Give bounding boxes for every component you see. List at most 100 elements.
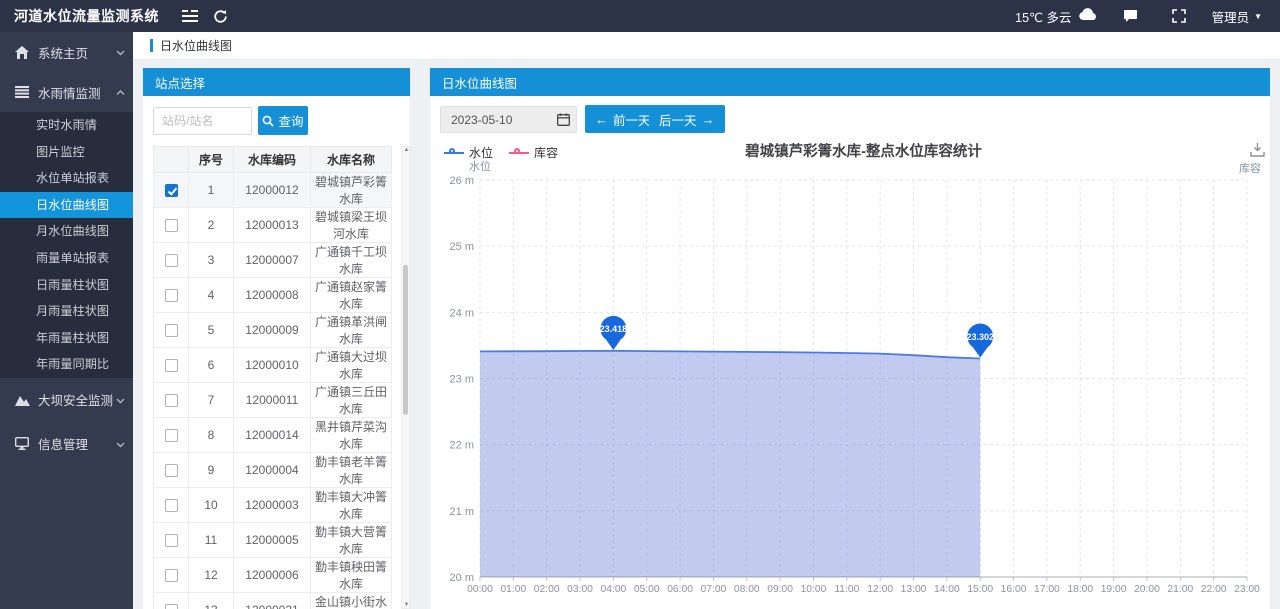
sidebar-item-home[interactable]: 系统主页 xyxy=(0,32,133,72)
row-checkbox[interactable] xyxy=(165,184,178,197)
chart-canvas[interactable]: 20 m21 m22 m23 m24 m25 m26 m00:0001:0002… xyxy=(430,166,1270,609)
row-name: 黑井镇芹菜沟水库 xyxy=(311,418,392,453)
submenu-item[interactable]: 日水位曲线图 xyxy=(0,192,133,219)
x-tick-label: 17:00 xyxy=(1034,584,1060,595)
chart-panel-body: 2023-05-10 ← 前一天 后一天 → 水位库容 碧城镇芦彩箐水库-整点水… xyxy=(430,96,1270,609)
row-checkbox[interactable] xyxy=(165,569,178,582)
submenu-item[interactable]: 雨量单站报表 xyxy=(0,245,133,272)
row-name: 广通镇革洪闸水库 xyxy=(311,313,392,348)
row-no: 7 xyxy=(189,383,234,418)
app-title: 河道水位流量监测系统 xyxy=(0,6,175,26)
x-tick-label: 14:00 xyxy=(934,584,960,595)
scroll-up-icon[interactable]: ▲ xyxy=(403,147,410,153)
row-checkbox[interactable] xyxy=(165,429,178,442)
x-tick-label: 09:00 xyxy=(767,584,793,595)
previous-day-label: 前一天 xyxy=(613,110,651,129)
row-no: 4 xyxy=(189,278,234,313)
station-search-input[interactable] xyxy=(153,107,252,135)
arrow-left-icon: ← xyxy=(595,112,608,127)
table-row[interactable]: 112000012碧城镇芦彩箐水库 xyxy=(154,173,392,208)
collapse-menu-icon[interactable] xyxy=(175,0,205,32)
row-checkbox[interactable] xyxy=(165,534,178,547)
row-code: 12000005 xyxy=(234,523,311,558)
submenu-item[interactable]: 月雨量柱状图 xyxy=(0,298,133,325)
row-checkbox[interactable] xyxy=(165,394,178,407)
date-picker[interactable]: 2023-05-10 xyxy=(440,106,577,133)
row-checkbox[interactable] xyxy=(165,359,178,372)
cloud-icon xyxy=(1078,8,1098,24)
user-name: 管理员 xyxy=(1212,7,1250,26)
next-day-button[interactable]: 后一天 → xyxy=(649,105,725,133)
app-root: 河道水位流量监测系统 15℃ 多云 管理员 ▼ xyxy=(0,0,1280,609)
sidebar-item-hydrology[interactable]: 水雨情监测 xyxy=(0,72,133,112)
submenu-item[interactable]: 年雨量同期比 xyxy=(0,351,133,378)
y-tick-label: 26 m xyxy=(450,175,474,187)
submenu-item[interactable]: 图片监控 xyxy=(0,139,133,166)
table-row[interactable]: 612000010广通镇大过坝水库 xyxy=(154,348,392,383)
max-marker-label: 23.418 xyxy=(600,324,628,334)
user-menu[interactable]: 管理员 ▼ xyxy=(1212,7,1262,26)
table-row[interactable]: 512000009广通镇革洪闸水库 xyxy=(154,313,392,348)
table-row[interactable]: 712000011广通镇三丘田水库 xyxy=(154,383,392,418)
table-row[interactable]: 812000014黑井镇芹菜沟水库 xyxy=(154,418,392,453)
table-scrollbar[interactable]: ▲ ▼ xyxy=(401,146,410,609)
table-row[interactable]: 912000004勤丰镇老羊箐水库 xyxy=(154,453,392,488)
row-name: 广通镇三丘田水库 xyxy=(311,383,392,418)
sidebar-item-dam-safety[interactable]: 大坝安全监测 xyxy=(0,378,133,422)
row-code: 12000006 xyxy=(234,558,311,593)
table-row[interactable]: 212000013碧城镇梁王坝河水库 xyxy=(154,208,392,243)
row-checkbox[interactable] xyxy=(165,289,178,302)
y-tick-label: 21 m xyxy=(450,506,474,518)
submenu-item[interactable]: 水位单站报表 xyxy=(0,165,133,192)
y-tick-label: 22 m xyxy=(450,440,474,452)
message-icon[interactable] xyxy=(1116,0,1146,32)
dam-icon xyxy=(12,394,32,406)
row-checkbox[interactable] xyxy=(165,499,178,512)
scrollbar-thumb[interactable] xyxy=(403,265,408,415)
x-tick-label: 10:00 xyxy=(801,584,827,595)
table-row[interactable]: 412000008广通镇赵家箐水库 xyxy=(154,278,392,313)
submenu-item[interactable]: 日雨量柱状图 xyxy=(0,272,133,299)
row-no: 8 xyxy=(189,418,234,453)
x-tick-label: 20:00 xyxy=(1134,584,1160,595)
row-name: 勤丰镇老羊箐水库 xyxy=(311,453,392,488)
row-checkbox[interactable] xyxy=(165,219,178,232)
table-row[interactable]: 1112000005勤丰镇大营箐水库 xyxy=(154,523,392,558)
legend-marker-icon xyxy=(444,148,464,158)
x-tick-label: 07:00 xyxy=(701,584,727,595)
table-row[interactable]: 1012000003勤丰镇大冲箐水库 xyxy=(154,488,392,523)
x-tick-label: 18:00 xyxy=(1067,584,1093,595)
refresh-icon[interactable] xyxy=(205,0,235,32)
x-tick-label: 01:00 xyxy=(500,584,526,595)
download-image-icon[interactable] xyxy=(1250,142,1265,162)
submenu-item[interactable]: 月水位曲线图 xyxy=(0,218,133,245)
row-checkbox[interactable] xyxy=(165,604,178,609)
row-no: 13 xyxy=(189,593,234,609)
row-checkbox[interactable] xyxy=(165,254,178,267)
fullscreen-icon[interactable] xyxy=(1164,0,1194,32)
search-button[interactable]: 查询 xyxy=(258,106,308,135)
table-row[interactable]: 1212000006勤丰镇秧田箐水库 xyxy=(154,558,392,593)
sidebar-item-info-management[interactable]: 信息管理 xyxy=(0,422,133,466)
row-checkbox[interactable] xyxy=(165,464,178,477)
table-row[interactable]: 1312000021金山镇小街水库 xyxy=(154,593,392,609)
next-day-label: 后一天 xyxy=(659,110,697,129)
row-no: 9 xyxy=(189,453,234,488)
row-name: 碧城镇梁王坝河水库 xyxy=(311,208,392,243)
station-panel-body: 查询 序号 水库编码 水库名称 112000012碧城镇芦彩箐水库2120000… xyxy=(143,96,410,609)
row-checkbox[interactable] xyxy=(165,324,178,337)
calendar-icon xyxy=(550,113,576,126)
col-code: 水库编码 xyxy=(234,147,311,173)
row-name: 勤丰镇大营箐水库 xyxy=(311,523,392,558)
weather-status: 15℃ 多云 xyxy=(1015,7,1097,26)
row-code: 12000008 xyxy=(234,278,311,313)
row-name: 金山镇小街水库 xyxy=(311,593,392,609)
submenu-item[interactable]: 年雨量柱状图 xyxy=(0,325,133,352)
row-code: 12000011 xyxy=(234,383,311,418)
table-row[interactable]: 312000007广通镇千工坝水库 xyxy=(154,243,392,278)
x-tick-label: 04:00 xyxy=(601,584,627,595)
row-code: 12000021 xyxy=(234,593,311,609)
monitor-icon xyxy=(12,437,32,450)
submenu-item[interactable]: 实时水雨情 xyxy=(0,112,133,139)
scroll-down-icon[interactable]: ▼ xyxy=(403,602,410,608)
